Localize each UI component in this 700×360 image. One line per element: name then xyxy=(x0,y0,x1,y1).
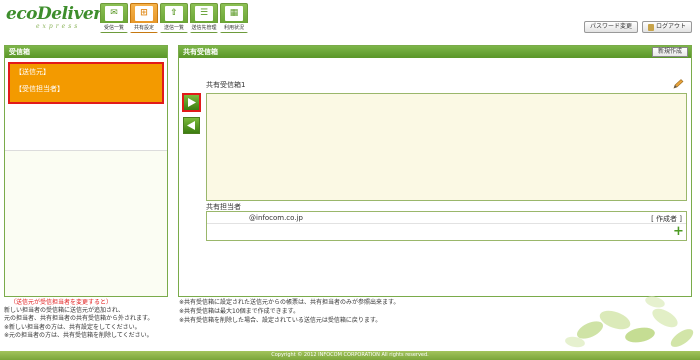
envelope-icon: ✉ xyxy=(105,6,123,21)
usage-icon: ▦ xyxy=(225,6,243,21)
nav-label: 受信一覧 xyxy=(100,22,128,32)
note-line: ※共有受信箱を削除した場合、設定されている送信元は受信箱に戻ります。 xyxy=(179,316,382,324)
logo-subtext: express xyxy=(36,23,81,30)
arrow-right-icon xyxy=(188,98,196,107)
nav-label: 利用状況 xyxy=(220,22,248,32)
add-member-icon[interactable]: + xyxy=(673,225,684,238)
address-book-icon: ☰ xyxy=(195,6,213,21)
inbox-panel: 受信箱 【送信元】 【受信担当者】 xyxy=(4,45,168,297)
nav-inbox-list[interactable]: ✉ 受信一覧 xyxy=(100,3,128,33)
edit-icon[interactable] xyxy=(673,79,684,89)
move-right-button[interactable] xyxy=(182,93,201,112)
shared-inbox-notes: ※共有受信箱に設定された送信元からの帳票は、共有担当者のみが参照出来ます。 ※共… xyxy=(179,299,479,325)
inbox-notes: （送信元が受信担当者を変更すると） 新しい担当者の受信箱に送信元が追加され、 元… xyxy=(4,299,174,340)
shared-inbox-name: 共有受信箱1 xyxy=(206,81,246,89)
note-line: 元の担当者、共有担当者の共有受信箱から外されます。 xyxy=(4,315,154,323)
arrow-left-icon xyxy=(187,121,195,130)
note-line: ※新しい担当者の方は、共有設定をしてください。 xyxy=(4,323,141,331)
shared-members-table: @infocom.co.jp [ 作成者 ] + xyxy=(206,211,687,241)
shared-inbox-panel-title: 共有受信箱 xyxy=(179,46,691,58)
nav-sent-list[interactable]: ⇧ 送信一覧 xyxy=(160,3,188,33)
footer-copyright: Copyright © 2012 INFOCOM CORPORATION All… xyxy=(0,351,700,360)
nav-label: 送信先管理 xyxy=(190,22,218,32)
header-actions: パスワード変更 ログアウト xyxy=(583,21,692,33)
logout-label: ログアウト xyxy=(655,23,686,30)
member-role: [ 作成者 ] xyxy=(651,215,682,223)
shared-inbox-drop-area[interactable] xyxy=(206,93,687,201)
inbox-list-area[interactable] xyxy=(5,150,167,296)
nav-label: 送信一覧 xyxy=(160,22,188,32)
member-email: @infocom.co.jp xyxy=(249,214,303,222)
logo-text: ecoDeliver xyxy=(6,4,102,24)
nav-label: 共有設定 xyxy=(130,22,158,32)
inbox-selected-item[interactable]: 【送信元】 【受信担当者】 xyxy=(8,62,164,104)
inbox-panel-title: 受信箱 xyxy=(5,46,167,58)
password-change-button[interactable]: パスワード変更 xyxy=(583,21,638,33)
upload-icon: ⇧ xyxy=(165,6,183,21)
note-line: （送信元が受信担当者を変更すると） xyxy=(10,299,113,306)
logo[interactable]: ecoDeliver express xyxy=(6,4,102,34)
lock-icon xyxy=(647,23,654,31)
table-row[interactable]: @infocom.co.jp [ 作成者 ] xyxy=(207,212,686,224)
note-line: ※共有受信箱に設定された送信元からの帳票は、共有担当者のみが参照出来ます。 xyxy=(179,299,400,306)
note-line: ※共有受信箱は最大10個まで作成できます。 xyxy=(179,307,300,315)
move-left-button[interactable] xyxy=(183,117,200,134)
share-settings-icon: ⊞ xyxy=(135,6,153,21)
recipient-label: 【受信担当者】 xyxy=(15,85,64,93)
header: ecoDeliver express ✉ 受信一覧 ⊞ 共有設定 ⇧ 送信一覧 … xyxy=(0,0,700,38)
leaves-decoration xyxy=(565,296,694,348)
new-shared-inbox-button[interactable]: 新規作成 xyxy=(651,47,688,57)
sender-label: 【送信元】 xyxy=(15,68,50,76)
note-line: ※元の担当者の方は、共有受信箱を削除してください。 xyxy=(4,331,153,339)
nav-share-settings[interactable]: ⊞ 共有設定 xyxy=(130,3,158,33)
logout-button[interactable]: ログアウト xyxy=(641,21,692,33)
nav-usage-status[interactable]: ▦ 利用状況 xyxy=(220,3,248,33)
main-nav: ✉ 受信一覧 ⊞ 共有設定 ⇧ 送信一覧 ☰ 送信先管理 ▦ 利用状況 xyxy=(100,3,248,33)
nav-destination-management[interactable]: ☰ 送信先管理 xyxy=(190,3,218,33)
